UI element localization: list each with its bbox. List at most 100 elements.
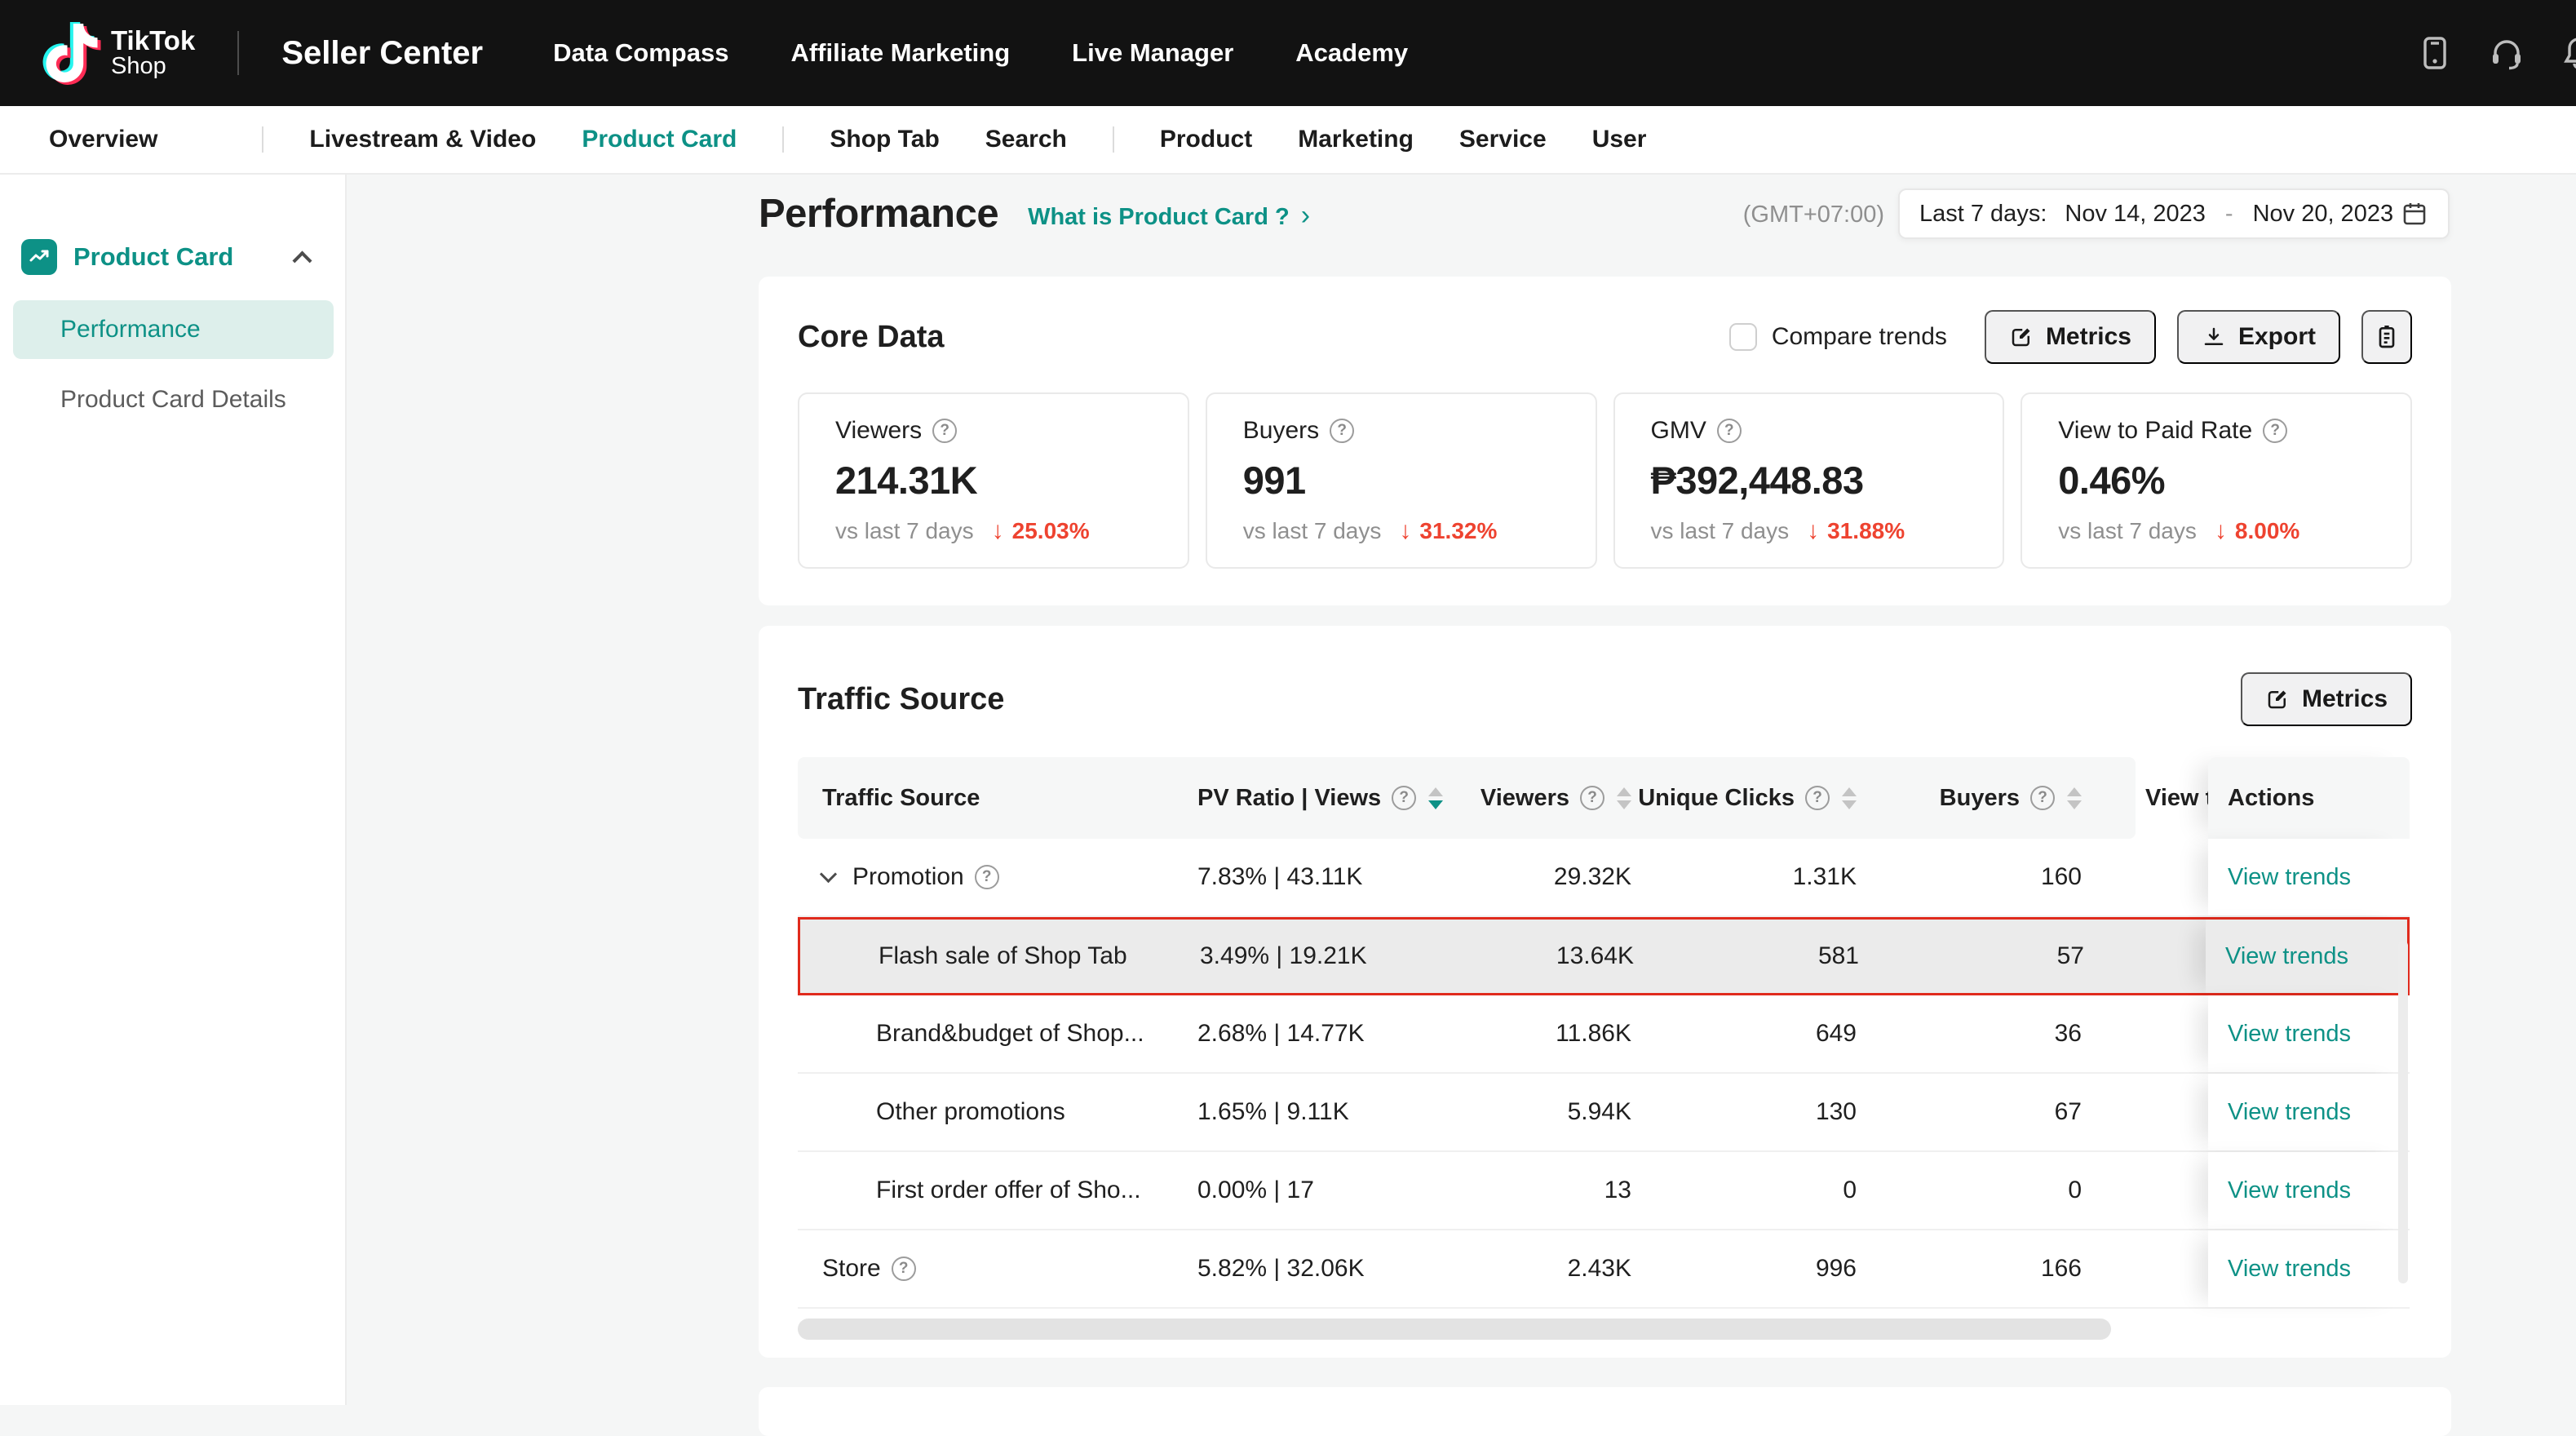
help-icon[interactable]: ? <box>2030 786 2055 810</box>
help-icon[interactable]: ? <box>2263 419 2287 443</box>
table-vertical-scrollbar[interactable] <box>2398 941 2408 1283</box>
buyers-value: 57 <box>1859 942 2084 970</box>
sidebar-item-product-card-details[interactable]: Product Card Details <box>13 370 334 429</box>
metrics-button-label: Metrics <box>2302 685 2388 713</box>
sort-down-icon[interactable] <box>2067 800 2082 809</box>
sort-up-icon[interactable] <box>2067 787 2082 796</box>
calendar-icon <box>2401 200 2428 228</box>
topbar-item-affiliate-marketing[interactable]: Affiliate Marketing <box>790 38 1010 68</box>
metric-value: ₱392,448.83 <box>1651 458 1967 503</box>
help-icon[interactable]: ? <box>975 865 999 889</box>
chevron-down-icon[interactable] <box>820 865 837 882</box>
page-title: Performance <box>759 191 998 237</box>
clipboard-icon <box>2374 324 2400 350</box>
column-unique-clicks: Unique Clicks? <box>1631 785 1857 812</box>
tab-divider <box>1113 126 1114 153</box>
topbar-item-data-compass[interactable]: Data Compass <box>553 38 728 68</box>
help-icon[interactable]: ? <box>892 1256 916 1281</box>
tab-service[interactable]: Service <box>1459 126 1547 153</box>
sort-down-icon[interactable] <box>1617 800 1631 809</box>
view-trends-link[interactable]: View trends <box>2228 1021 2351 1048</box>
help-icon[interactable]: ? <box>932 419 957 443</box>
table-row-first-order-offer: First order offer of Sho... 0.00% | 17 1… <box>798 1152 2410 1230</box>
product-card-chart-icon <box>21 239 57 275</box>
tab-overview[interactable]: Overview <box>49 126 157 153</box>
view-trends-link[interactable]: View trends <box>2228 864 2351 891</box>
view-trends-link[interactable]: View trends <box>2225 943 2348 970</box>
traffic-source-name: Promotion <box>852 863 964 891</box>
help-link-label: What is Product Card ? <box>1028 204 1290 231</box>
sidebar-section-product-card[interactable]: Product Card <box>0 225 345 289</box>
vs-label: vs last 7 days <box>1651 518 1790 544</box>
table-horizontal-scrollbar[interactable] <box>798 1319 2410 1340</box>
help-icon[interactable]: ? <box>1392 786 1416 810</box>
sort-down-icon[interactable] <box>1842 800 1857 809</box>
sort-up-icon[interactable] <box>1617 787 1631 796</box>
unique-clicks-value: 996 <box>1631 1255 1857 1283</box>
tab-product[interactable]: Product <box>1160 126 1252 153</box>
headset-support-icon[interactable] <box>2488 34 2525 72</box>
core-data-panel: Core Data Compare trends Metrics Export … <box>759 277 2451 605</box>
date-start: Nov 14, 2023 <box>2065 201 2206 228</box>
pv-ratio-views-value: 3.49% | 19.21K <box>1159 942 1494 970</box>
sort-control[interactable] <box>2067 787 2082 809</box>
view-trends-link[interactable]: View trends <box>2228 1099 2351 1126</box>
date-range-picker[interactable]: Last 7 days: Nov 14, 2023 - Nov 20, 2023 <box>1898 188 2450 239</box>
sort-control[interactable] <box>1428 787 1443 809</box>
export-button[interactable]: Export <box>2177 310 2340 364</box>
horizontal-scrollbar-thumb[interactable] <box>798 1319 2111 1340</box>
metric-card-gmv: GMV? ₱392,448.83 vs last 7 days↓31.88% <box>1613 392 2005 569</box>
change-percent: 8.00% <box>2235 518 2299 544</box>
chevron-right-icon: › <box>1301 200 1310 232</box>
view-trends-link[interactable]: View trends <box>2228 1177 2351 1204</box>
bell-notifications-icon[interactable] <box>2560 34 2576 72</box>
sort-control[interactable] <box>1617 787 1631 809</box>
core-data-title: Core Data <box>798 320 945 355</box>
pv-ratio-views-value: 5.82% | 32.06K <box>1157 1255 1491 1283</box>
sort-control[interactable] <box>1842 787 1857 809</box>
tab-divider <box>262 126 263 153</box>
traffic-source-name: First order offer of Sho... <box>876 1177 1141 1204</box>
next-section-panel <box>759 1387 2451 1436</box>
traffic-metrics-button[interactable]: Metrics <box>2241 672 2412 726</box>
timezone-label: (GMT+07:00) <box>1672 202 1884 228</box>
tiktok-shop-logo[interactable]: TikTok Shop <box>46 24 195 82</box>
report-button[interactable] <box>2361 310 2412 364</box>
tab-search[interactable]: Search <box>985 126 1067 153</box>
down-arrow-icon: ↓ <box>1807 517 1819 545</box>
tab-shop-tab[interactable]: Shop Tab <box>830 126 939 153</box>
topbar-item-live-manager[interactable]: Live Manager <box>1072 38 1233 68</box>
tab-livestream-video[interactable]: Livestream & Video <box>309 126 536 153</box>
view-trends-link[interactable]: View trends <box>2228 1256 2351 1283</box>
viewers-value: 5.94K <box>1491 1098 1631 1126</box>
topbar-item-academy[interactable]: Academy <box>1295 38 1408 68</box>
down-arrow-icon: ↓ <box>2215 517 2227 545</box>
what-is-product-card-link[interactable]: What is Product Card ? › <box>1028 203 1310 232</box>
sidebar-item-performance[interactable]: Performance <box>13 300 334 359</box>
tab-product-card[interactable]: Product Card <box>582 126 737 153</box>
sort-up-icon[interactable] <box>1842 787 1857 796</box>
topbar-divider <box>237 31 239 75</box>
tab-user[interactable]: User <box>1592 126 1647 153</box>
export-button-label: Export <box>2238 323 2316 351</box>
metric-value: 214.31K <box>835 458 1152 503</box>
sort-down-icon[interactable] <box>1428 800 1443 809</box>
help-icon[interactable]: ? <box>1717 419 1742 443</box>
unique-clicks-value: 0 <box>1631 1177 1857 1204</box>
sort-up-icon[interactable] <box>1428 787 1443 796</box>
help-icon[interactable]: ? <box>1580 786 1604 810</box>
mobile-app-icon[interactable] <box>2416 34 2454 72</box>
compare-trends-toggle[interactable]: Compare trends <box>1729 323 1947 351</box>
metric-label: Viewers <box>835 417 922 445</box>
chevron-up-icon <box>292 250 312 270</box>
help-icon[interactable]: ? <box>1330 419 1354 443</box>
traffic-source-name: Other promotions <box>876 1098 1065 1126</box>
help-icon[interactable]: ? <box>1805 786 1830 810</box>
vs-label: vs last 7 days <box>2058 518 2197 544</box>
metrics-button[interactable]: Metrics <box>1985 310 2156 364</box>
table-row-other-promotions: Other promotions 1.65% | 9.11K 5.94K 130… <box>798 1074 2410 1152</box>
change-percent: 31.88% <box>1827 518 1905 544</box>
topbar-menu: Data Compass Affiliate Marketing Live Ma… <box>553 38 1408 68</box>
tab-marketing[interactable]: Marketing <box>1298 126 1414 153</box>
compare-trends-checkbox[interactable] <box>1729 323 1757 351</box>
